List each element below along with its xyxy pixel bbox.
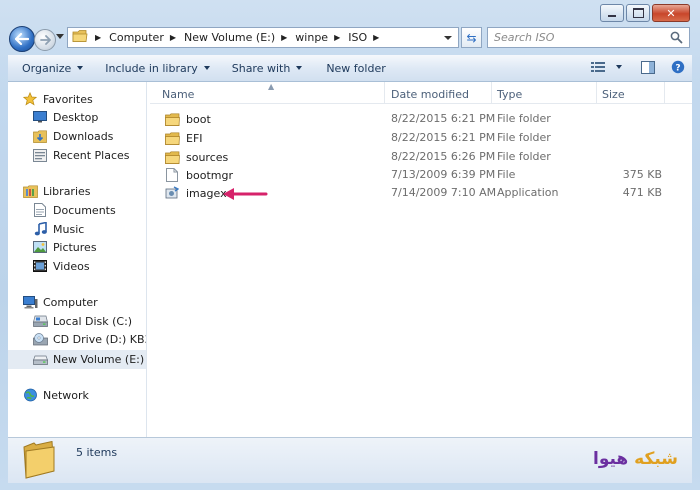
folder-icon [164, 150, 180, 164]
desktop-icon [32, 110, 48, 124]
hard-drive-icon [32, 314, 48, 328]
svg-text:?: ? [675, 64, 680, 74]
back-arrow-icon [15, 33, 29, 45]
minimize-button[interactable] [600, 4, 624, 22]
sort-ascending-icon: ▲ [268, 82, 275, 91]
nav-downloads[interactable]: Downloads [32, 129, 113, 143]
column-divider[interactable] [384, 82, 385, 103]
recent-pages-dropdown[interactable] [56, 34, 64, 39]
computer-icon [22, 295, 38, 309]
nav-cd-drive[interactable]: CD Drive (D:) KB3AIK [32, 332, 146, 346]
nav-pictures[interactable]: Pictures [32, 240, 97, 254]
content-area: Favorites Desktop Downloads Recent Place… [8, 82, 692, 437]
nav-computer[interactable]: Computer [22, 295, 98, 309]
application-icon [164, 186, 180, 200]
maximize-icon [632, 8, 644, 18]
forward-arrow-icon [39, 35, 51, 45]
column-date-modified[interactable]: Date modified [391, 88, 469, 101]
navigation-pane: Favorites Desktop Downloads Recent Place… [8, 82, 147, 437]
nav-documents[interactable]: Documents [32, 203, 116, 217]
close-button[interactable]: ✕ [652, 4, 690, 22]
window-controls: ✕ [598, 4, 690, 22]
nav-favorites[interactable]: Favorites [22, 92, 93, 106]
folder-icon [22, 440, 56, 482]
refresh-icon: ⇆ [466, 30, 477, 45]
command-bar: Organize Include in library Share with N… [8, 55, 692, 82]
address-dropdown-icon[interactable] [444, 36, 452, 40]
nav-desktop[interactable]: Desktop [32, 110, 98, 124]
file-list: ▲ Name Date modified Type Size boot 8/22… [150, 82, 692, 437]
column-divider[interactable] [664, 82, 665, 103]
navigation-bar: ▶ Computer ▶ New Volume (E:) ▶ winpe ▶ ISO ▶… [6, 26, 690, 52]
address-bar[interactable]: ▶ Computer ▶ New Volume (E:) ▶ winpe ▶ ISO ▶ [67, 27, 459, 48]
refresh-button[interactable]: ⇆ [461, 27, 482, 48]
column-divider[interactable] [596, 82, 597, 103]
breadcrumb-new-volume[interactable]: New Volume (E:) ▶ [184, 31, 295, 44]
explorer-window: ✕ ▶ Computer ▶ New Volume (E:) ▶ winpe ▶ IS… [0, 0, 700, 490]
nav-music[interactable]: Music [32, 222, 84, 236]
back-button[interactable] [9, 26, 35, 52]
nav-recent-places[interactable]: Recent Places [32, 148, 130, 162]
breadcrumb-separator-icon[interactable]: ▶ [95, 33, 101, 42]
file-icon [164, 168, 180, 182]
preview-pane-icon[interactable] [640, 60, 656, 74]
maximize-button[interactable] [626, 4, 650, 22]
nav-local-disk[interactable]: Local Disk (C:) [32, 314, 132, 328]
recent-places-icon [32, 148, 48, 162]
chevron-down-icon [616, 65, 622, 69]
watermark-logo: شبکه هیوا [593, 449, 678, 469]
file-row-bootmgr[interactable]: bootmgr 7/13/2009 6:39 PM File 375 KB [150, 166, 692, 184]
file-row-boot[interactable]: boot 8/22/2015 6:21 PM File folder [150, 110, 692, 128]
folder-icon [72, 29, 88, 46]
chevron-down-icon [77, 66, 84, 70]
breadcrumb-iso[interactable]: ISO ▶ [348, 31, 387, 44]
file-row-efi[interactable]: EFI 8/22/2015 6:21 PM File folder [150, 129, 692, 147]
column-divider[interactable] [491, 82, 492, 103]
close-icon: ✕ [666, 6, 676, 20]
annotation-arrow-icon [222, 187, 268, 204]
item-count: 5 items [76, 446, 118, 459]
folder-icon [164, 131, 180, 145]
videos-icon [32, 259, 48, 273]
column-size[interactable]: Size [602, 88, 625, 101]
column-name[interactable]: Name [162, 88, 194, 101]
nav-videos[interactable]: Videos [32, 259, 90, 273]
folder-icon [164, 112, 180, 126]
organize-button[interactable]: Organize [22, 62, 84, 75]
chevron-down-icon [203, 66, 210, 70]
search-icon [670, 31, 683, 47]
star-icon [22, 92, 38, 106]
music-icon [32, 222, 48, 236]
libraries-icon [22, 184, 38, 198]
column-headers: ▲ Name Date modified Type Size [150, 82, 692, 104]
views-icon[interactable] [590, 60, 606, 74]
nav-network[interactable]: Network [22, 388, 89, 402]
pictures-icon [32, 240, 48, 254]
nav-libraries[interactable]: Libraries [22, 184, 91, 198]
drive-icon [32, 353, 48, 367]
search-input[interactable]: Search ISO [487, 27, 690, 48]
include-in-library-button[interactable]: Include in library [105, 62, 210, 75]
file-row-sources[interactable]: sources 8/22/2015 6:26 PM File folder [150, 148, 692, 166]
forward-button[interactable] [34, 29, 56, 51]
cd-drive-icon [32, 332, 48, 346]
new-folder-button[interactable]: New folder [326, 62, 385, 75]
chevron-down-icon [296, 66, 303, 70]
nav-new-volume[interactable]: New Volume (E:) [8, 350, 146, 369]
details-pane: 5 items شبکه هیوا [8, 437, 692, 483]
downloads-folder-icon [32, 129, 48, 143]
documents-icon [32, 203, 48, 217]
column-type[interactable]: Type [497, 88, 522, 101]
help-icon[interactable]: ? [670, 60, 686, 74]
breadcrumb-winpe[interactable]: winpe ▶ [295, 31, 348, 44]
breadcrumb-computer[interactable]: Computer ▶ [109, 31, 184, 44]
share-with-button[interactable]: Share with [232, 62, 303, 75]
views-dropdown[interactable] [610, 65, 622, 69]
network-icon [22, 388, 38, 402]
minimize-icon [608, 14, 616, 17]
